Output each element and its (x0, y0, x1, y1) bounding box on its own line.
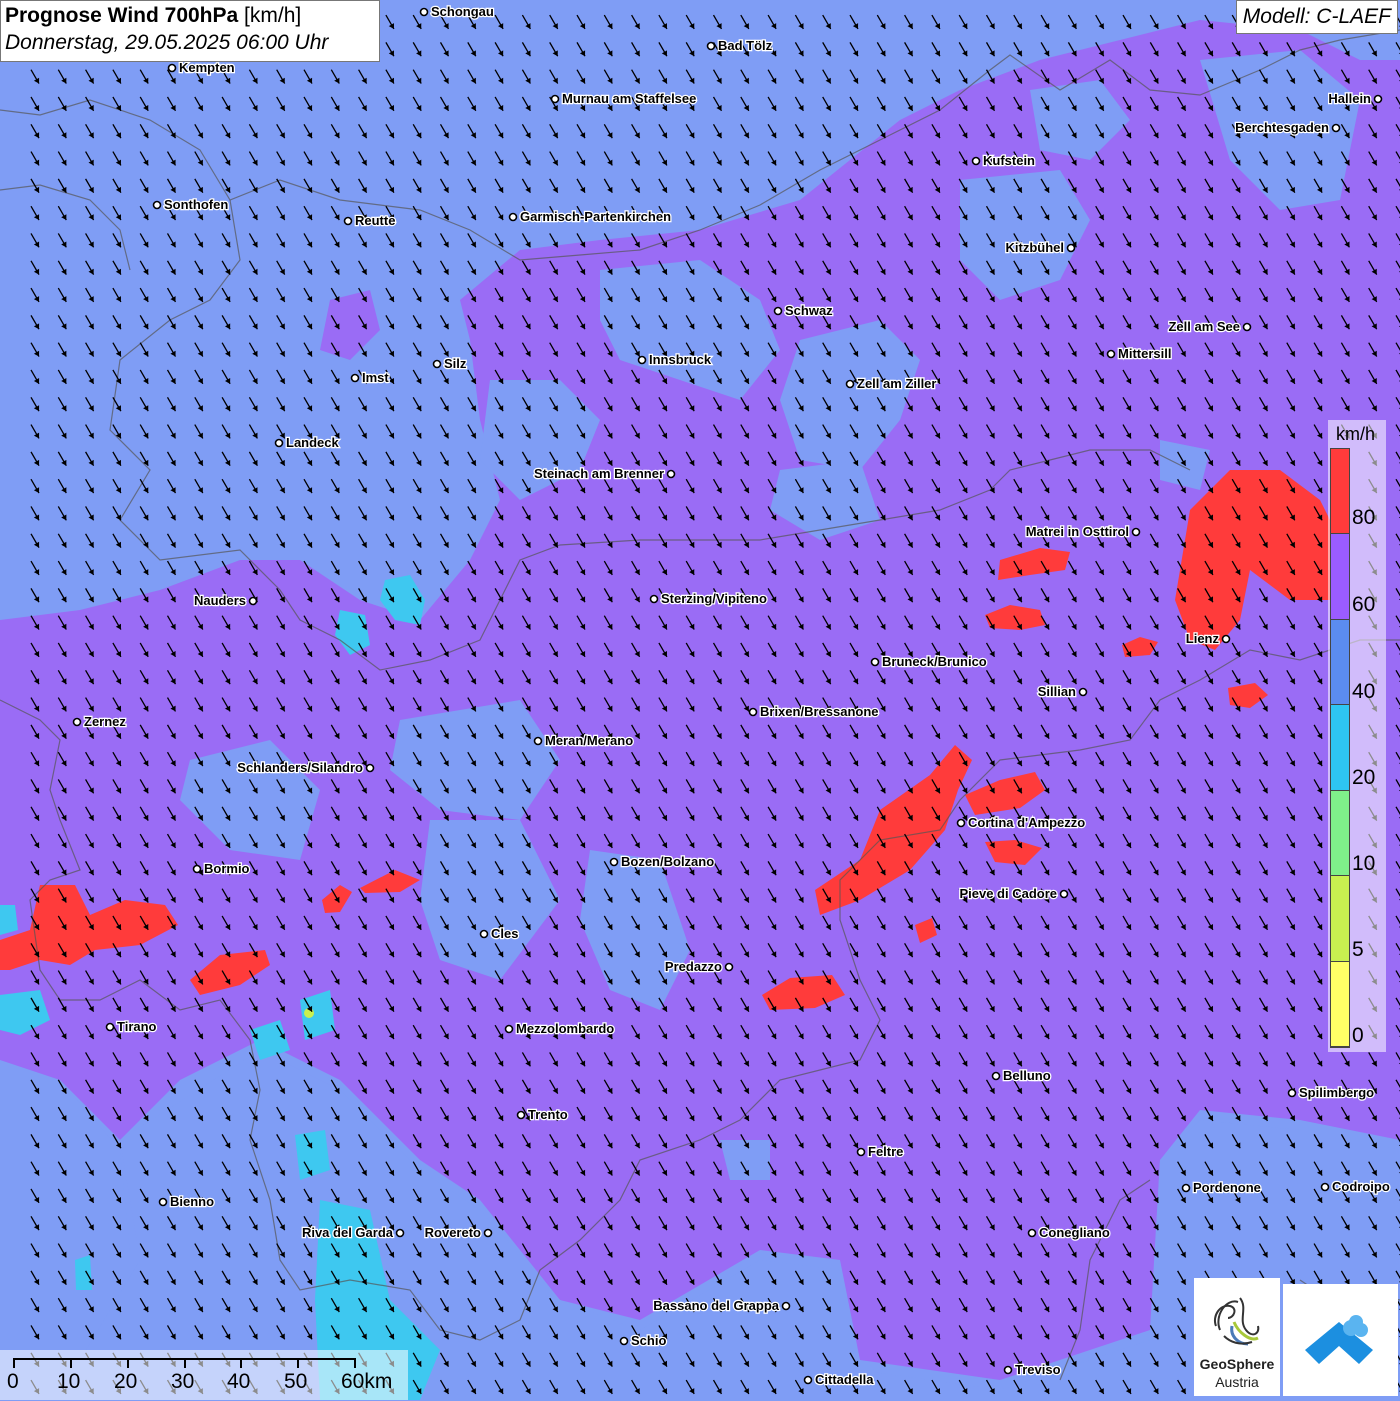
wind-map[interactable]: SchongauBad TölzKemptenMurnau am Staffel… (0, 0, 1400, 1400)
